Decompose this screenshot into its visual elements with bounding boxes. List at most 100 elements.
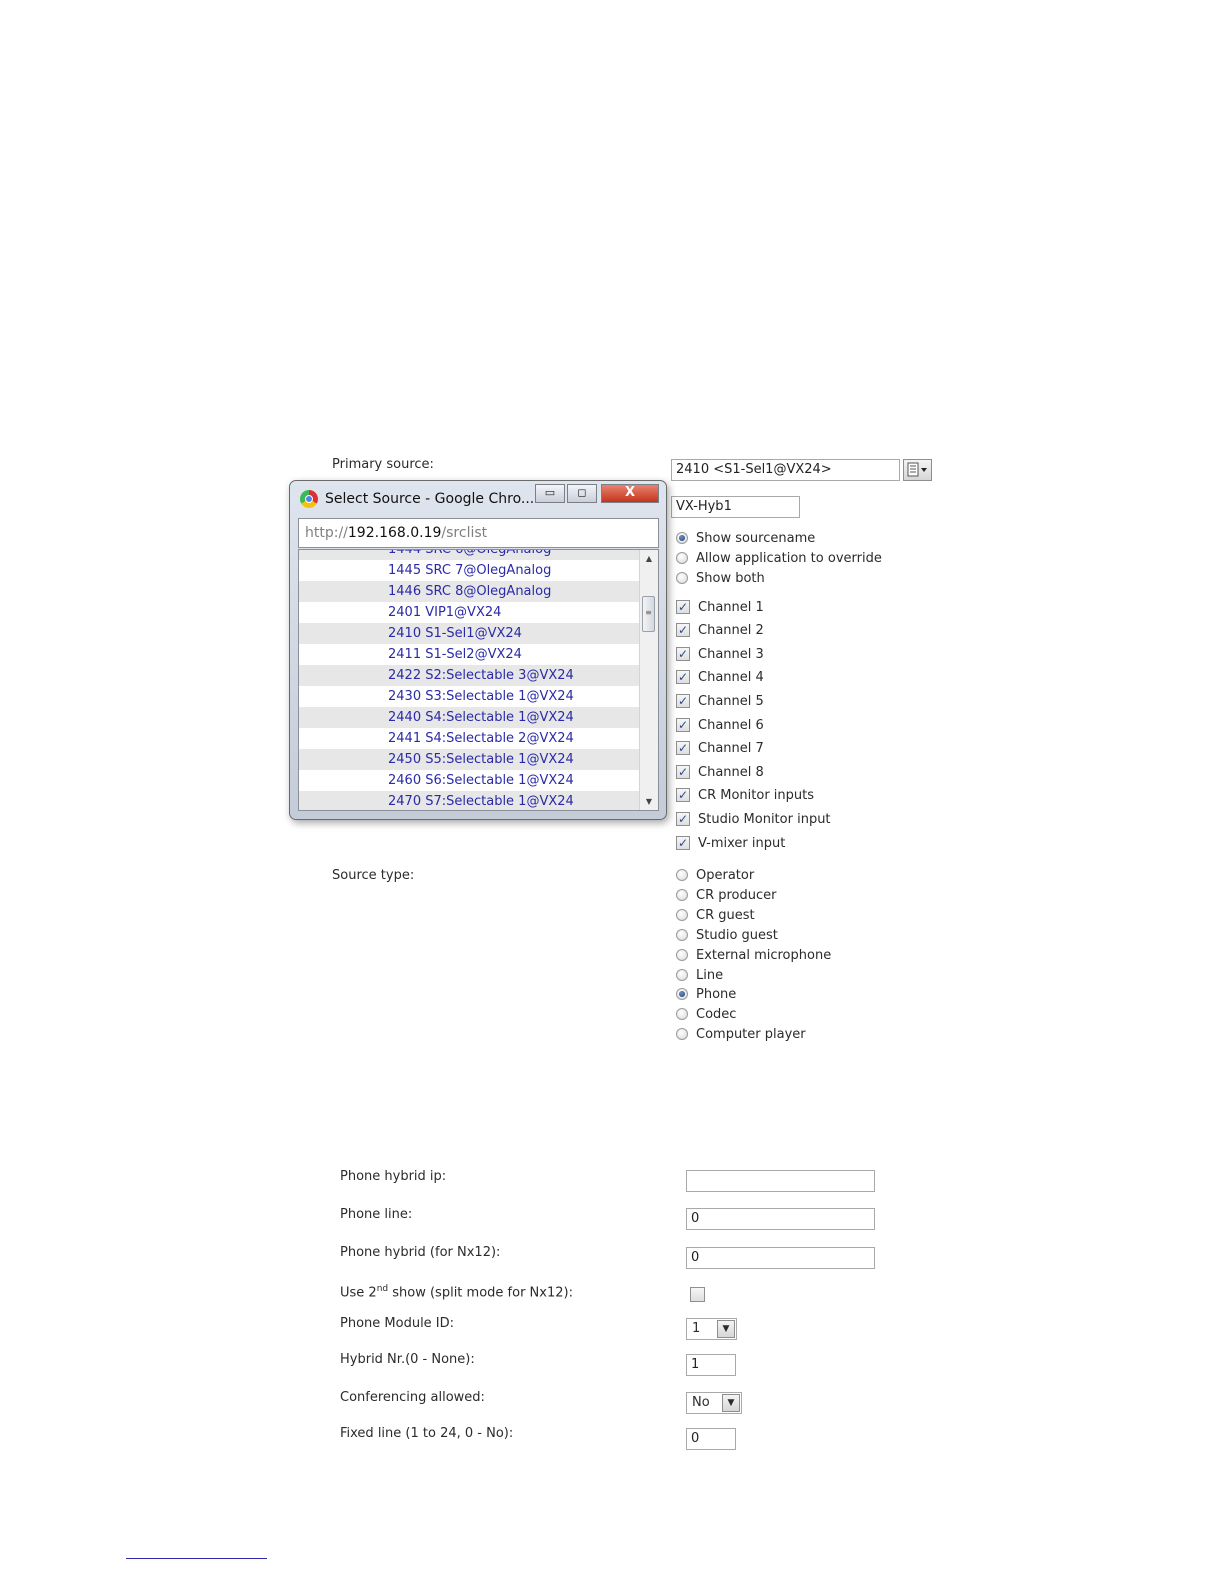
checkbox-v-mixer[interactable]: ✓ V-mixer input [676,835,785,856]
hybrid-nr-input[interactable]: 1 [686,1354,736,1376]
radio-icon[interactable] [676,908,688,921]
radio-icon[interactable] [676,888,688,901]
checkbox-studio-monitor[interactable]: ✓ Studio Monitor input [676,811,831,832]
source-type-operator[interactable]: Operator [676,868,754,888]
phone-hybrid-label: Phone hybrid (for Nx12): [340,1245,501,1260]
radio-icon[interactable] [676,551,688,564]
list-item[interactable]: 1444 SRC 6@OlegAnalog [299,550,639,560]
list-item[interactable]: 2422 S2:Selectable 3@VX24 [299,665,639,686]
list-item[interactable]: 1446 SRC 8@OlegAnalog [299,581,639,602]
list-item[interactable]: 2450 S5:Selectable 1@VX24 [299,749,639,770]
source-type-studio-guest[interactable]: Studio guest [676,928,778,948]
list-item[interactable]: 2460 S6:Selectable 1@VX24 [299,770,639,791]
list-item[interactable]: 2401 VIP1@VX24 [299,602,639,623]
check-icon[interactable]: ✓ [676,717,690,732]
checkbox-cr-monitor[interactable]: ✓ CR Monitor inputs [676,787,814,808]
primary-source-field[interactable]: 2410 <S1-Sel1@VX24> [671,459,900,481]
chrome-icon [300,490,318,508]
check-icon[interactable]: ✓ [676,599,690,614]
phone-hybrid-ip-input[interactable] [686,1170,875,1192]
select-source-window[interactable]: Select Source - Google Chro... ▭ ◻ X htt… [289,480,667,820]
conferencing-select[interactable]: No ▼ [686,1392,742,1414]
phone-hybrid-ip-label: Phone hybrid ip: [340,1169,447,1184]
phone-module-id-select[interactable]: 1 ▼ [686,1318,737,1340]
conferencing-label: Conferencing allowed: [340,1390,485,1405]
radio-icon[interactable] [676,531,688,544]
checkbox-channel-2[interactable]: ✓ Channel 2 [676,622,764,643]
close-icon: X [624,485,636,500]
checkbox-channel-6[interactable]: ✓ Channel 6 [676,717,764,738]
check-icon[interactable]: ✓ [676,622,690,637]
fixed-line-label: Fixed line (1 to 24, 0 - No): [340,1426,514,1441]
url-host: 192.168.0.19 [347,525,442,541]
scroll-up-icon[interactable]: ▲ [640,554,658,563]
source-type-phone[interactable]: Phone [676,987,736,1007]
option-show-sourcename[interactable]: Show sourcename [676,531,815,551]
source-type-cr-guest[interactable]: CR guest [676,908,755,928]
list-item[interactable]: 2411 S1-Sel2@VX24 [299,644,639,665]
primary-source-label: Primary source: [332,457,434,472]
maximize-icon: ◻ [577,486,587,499]
minimize-button[interactable]: ▭ [535,484,565,503]
source-type-line[interactable]: Line [676,968,723,988]
list-picker-icon [907,462,927,477]
radio-icon[interactable] [676,868,688,881]
address-bar[interactable]: http://192.168.0.19/srclist [298,518,659,548]
source-type-computer-player[interactable]: Computer player [676,1027,806,1047]
checkbox-channel-7[interactable]: ✓ Channel 7 [676,740,764,761]
radio-icon[interactable] [676,948,688,961]
list-item[interactable]: 2470 S7:Selectable 1@VX24 [299,791,639,810]
source-type-codec[interactable]: Codec [676,1007,736,1027]
option-allow-override[interactable]: Allow application to override [676,551,882,571]
checkbox-channel-4[interactable]: ✓ Channel 4 [676,669,764,690]
check-icon[interactable]: ✓ [676,811,690,826]
source-type-external-mic[interactable]: External microphone [676,948,831,968]
chevron-down-icon[interactable]: ▼ [717,1320,735,1338]
chevron-down-icon[interactable]: ▼ [722,1394,740,1412]
url-scheme: http:// [305,525,348,541]
phone-line-label: Phone line: [340,1207,413,1222]
source-name-field[interactable]: VX-Hyb1 [671,496,800,518]
list-item[interactable]: 2440 S4:Selectable 1@VX24 [299,707,639,728]
phone-module-id-label: Phone Module ID: [340,1316,455,1331]
scroll-thumb[interactable]: ≡ [642,596,655,632]
list-item[interactable]: 1445 SRC 7@OlegAnalog [299,560,639,581]
checkbox-channel-8[interactable]: ✓ Channel 8 [676,764,764,785]
check-icon[interactable]: ✓ [676,693,690,708]
radio-icon[interactable] [676,1027,688,1040]
footnote-divider [126,1558,267,1559]
scrollbar[interactable]: ▲ ≡ ▼ [639,550,658,810]
check-icon[interactable]: ✓ [676,669,690,684]
check-icon[interactable]: ✓ [676,740,690,755]
source-picker-button[interactable] [903,459,932,481]
check-icon[interactable]: ✓ [676,646,690,661]
list-item[interactable]: 2430 S3:Selectable 1@VX24 [299,686,639,707]
radio-icon[interactable] [676,968,688,981]
second-show-label: Use 2nd show (split mode for Nx12): [340,1284,573,1301]
source-list[interactable]: 1444 SRC 6@OlegAnalog 1445 SRC 7@OlegAna… [298,549,659,811]
check-icon[interactable]: ✓ [676,835,690,850]
option-show-both[interactable]: Show both [676,571,765,591]
close-button[interactable]: X [601,484,659,503]
fixed-line-input[interactable]: 0 [686,1428,736,1450]
check-icon[interactable]: ✓ [676,787,690,802]
minimize-icon: ▭ [544,486,556,499]
phone-hybrid-input[interactable]: 0 [686,1247,875,1269]
radio-icon[interactable] [676,1007,688,1020]
hybrid-nr-label: Hybrid Nr.(0 - None): [340,1352,475,1367]
list-item[interactable]: 2441 S4:Selectable 2@VX24 [299,728,639,749]
checkbox-channel-5[interactable]: ✓ Channel 5 [676,693,764,714]
radio-icon[interactable] [676,928,688,941]
radio-icon[interactable] [676,987,688,1000]
check-icon[interactable]: ✓ [676,764,690,779]
source-type-label: Source type: [332,868,415,883]
checkbox-channel-1[interactable]: ✓ Channel 1 [676,599,764,620]
source-type-cr-producer[interactable]: CR producer [676,888,777,908]
list-item[interactable]: 2410 S1-Sel1@VX24 [299,623,639,644]
checkbox-channel-3[interactable]: ✓ Channel 3 [676,646,764,667]
second-show-checkbox[interactable] [690,1287,705,1302]
scroll-down-icon[interactable]: ▼ [640,797,658,806]
radio-icon[interactable] [676,571,688,584]
phone-line-input[interactable]: 0 [686,1208,875,1230]
maximize-button[interactable]: ◻ [567,484,597,503]
